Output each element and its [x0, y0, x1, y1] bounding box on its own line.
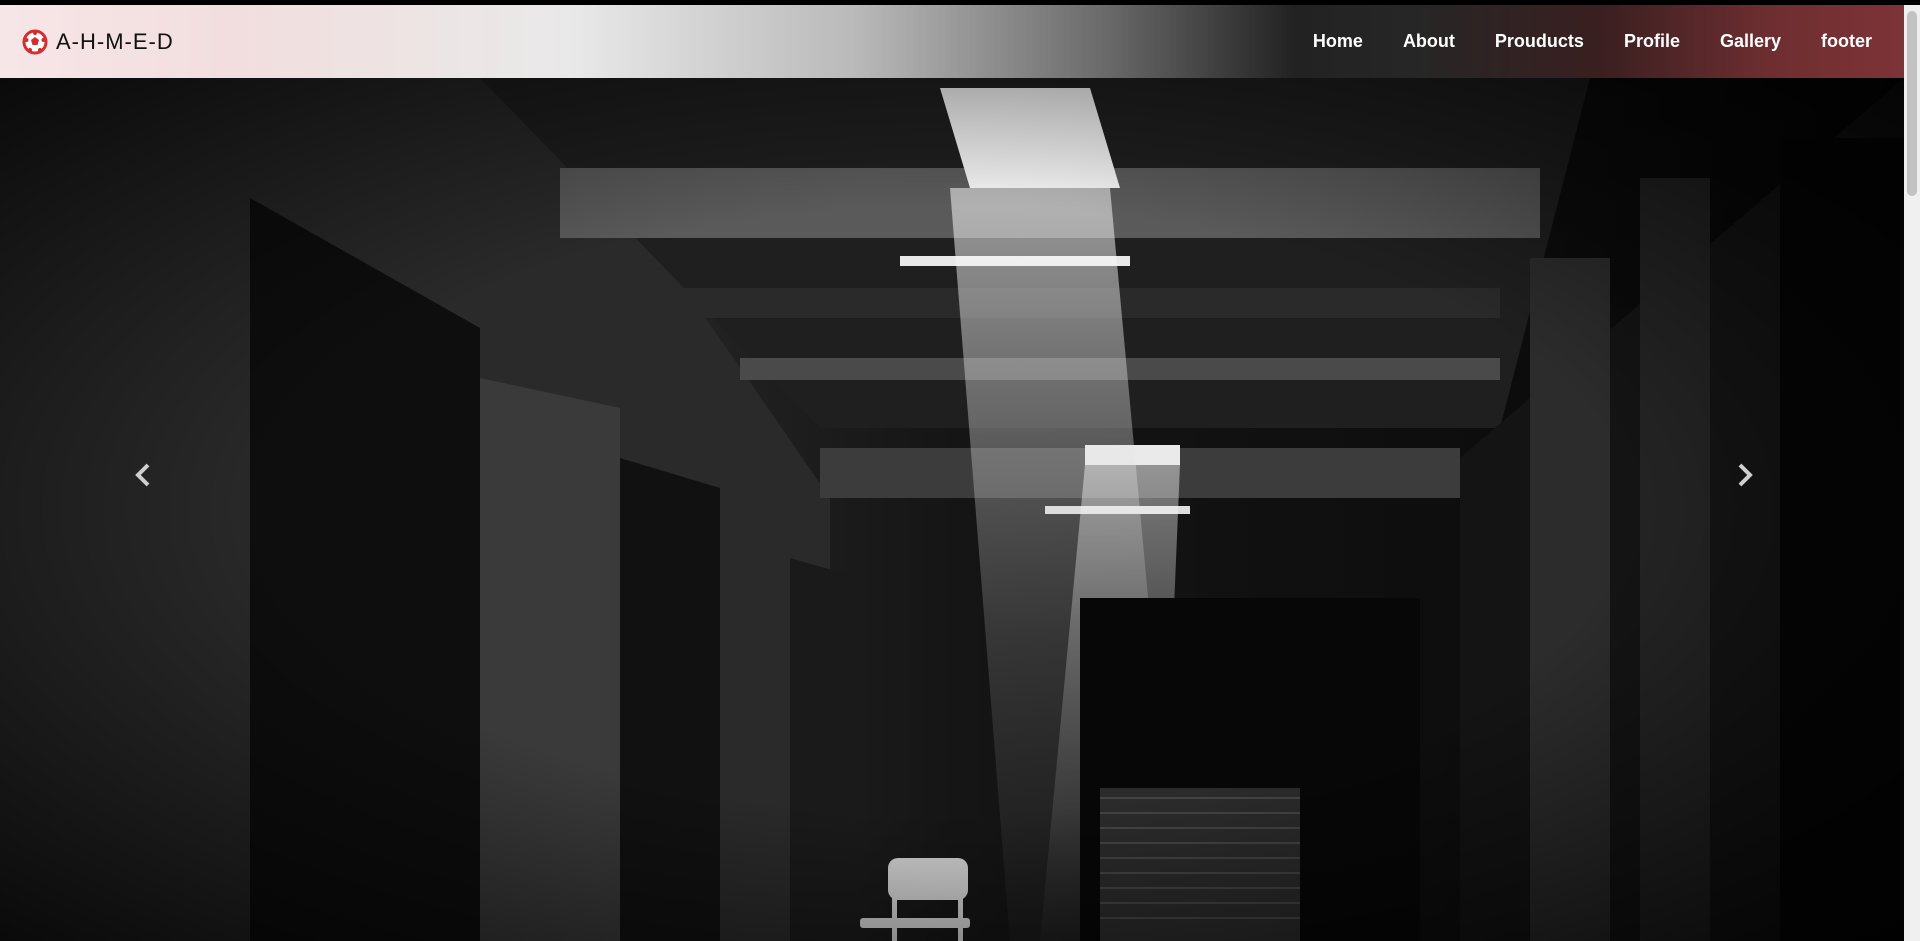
carousel-prev-button[interactable]	[128, 460, 158, 490]
nav-footer[interactable]: footer	[1821, 31, 1872, 52]
soccer-ball-icon	[22, 29, 48, 55]
navbar: A-H-M-E-D Home About Prouducts Profile G…	[0, 5, 1904, 78]
hero-image	[0, 78, 1904, 941]
page-scrollbar[interactable]	[1904, 5, 1920, 941]
nav-home[interactable]: Home	[1313, 31, 1363, 52]
chevron-left-icon	[134, 462, 152, 488]
nav-about[interactable]: About	[1403, 31, 1455, 52]
nav-links: Home About Prouducts Profile Gallery foo…	[1273, 5, 1872, 78]
nav-products[interactable]: Prouducts	[1495, 31, 1584, 52]
scrollbar-thumb[interactable]	[1907, 11, 1917, 196]
nav-gallery[interactable]: Gallery	[1720, 31, 1781, 52]
nav-profile[interactable]: Profile	[1624, 31, 1680, 52]
hero-carousel	[0, 78, 1904, 941]
brand-name: A-H-M-E-D	[56, 28, 174, 54]
brand[interactable]: A-H-M-E-D	[22, 5, 174, 78]
chevron-right-icon	[1736, 462, 1754, 488]
carousel-next-button[interactable]	[1730, 460, 1760, 490]
